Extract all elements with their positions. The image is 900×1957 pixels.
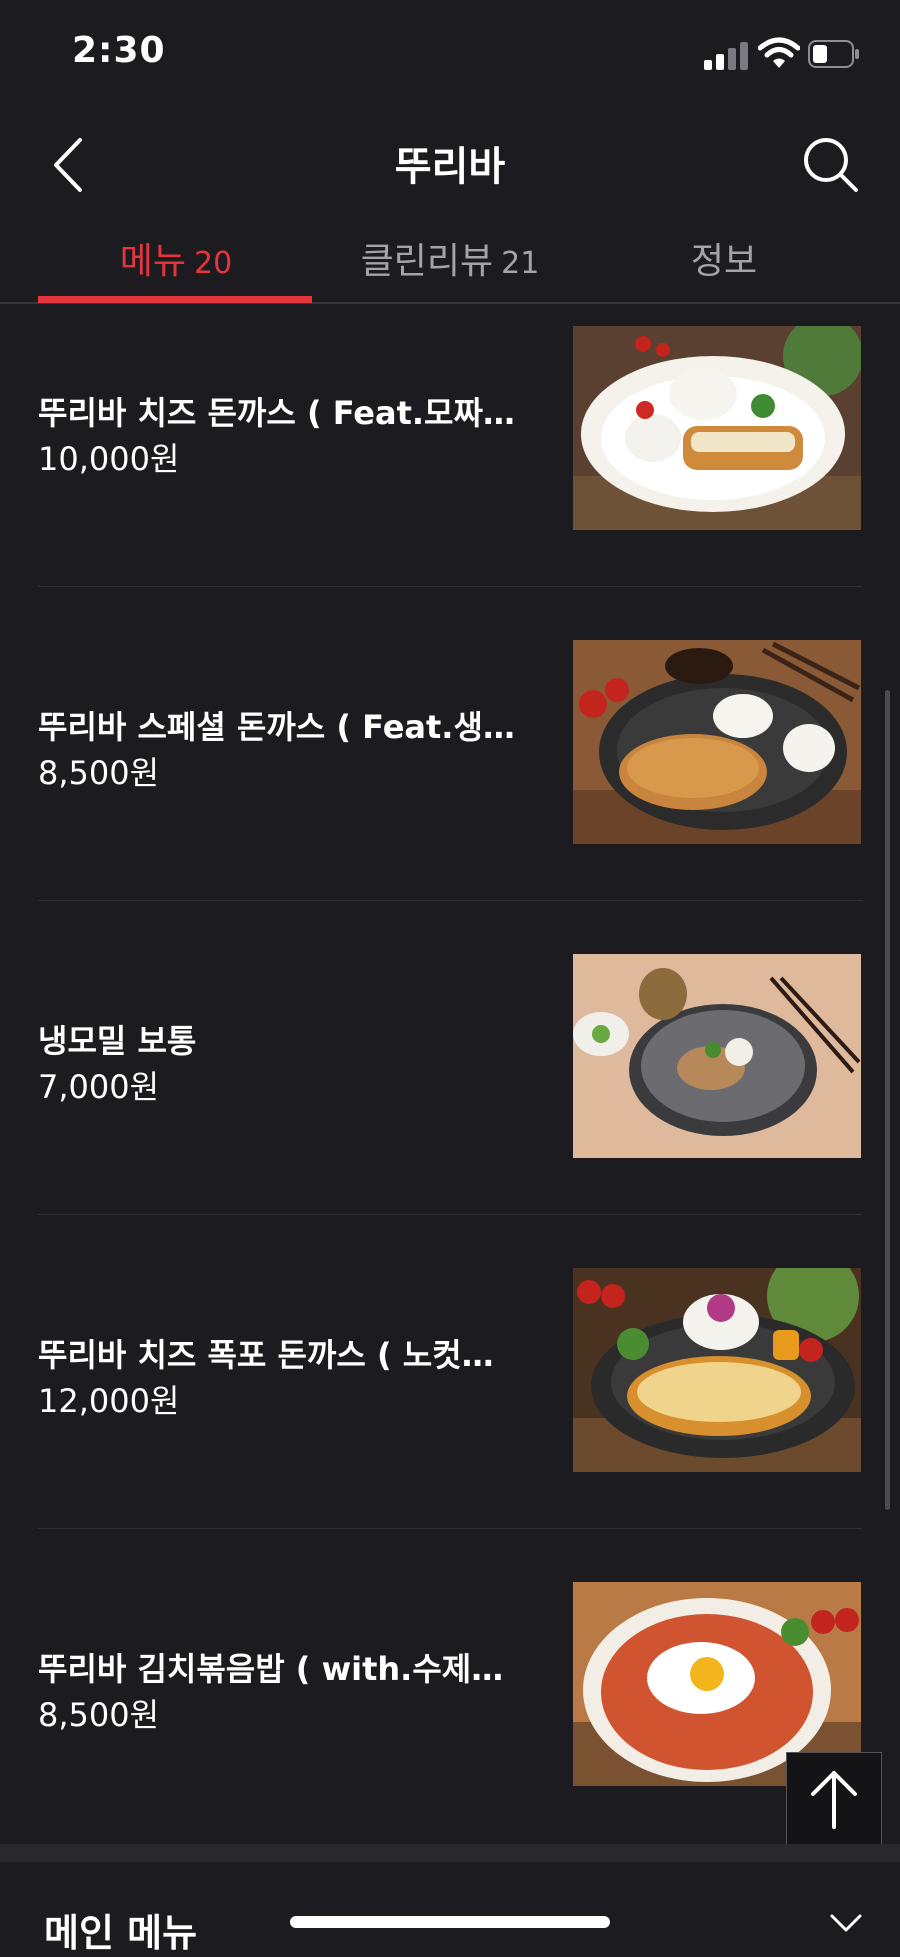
menu-item[interactable]: 뚜리바 김치볶음밥 ( with.수제… 8,500원 [38,1560,862,1844]
tab-reviews[interactable]: 클린리뷰 21 [312,232,588,302]
divider [38,1528,862,1529]
menu-item-name: 뚜리바 치즈 돈까스 ( Feat.모짜… [38,394,515,432]
navigation-header: 뚜리바 [0,110,900,220]
menu-item-price: 10,000원 [38,440,180,478]
menu-item[interactable]: 뚜리바 치즈 돈까스 ( Feat.모짜… 10,000원 [38,304,862,618]
menu-item[interactable]: 뚜리바 스페셜 돈까스 ( Feat.생… 8,500원 [38,618,862,932]
menu-item-image [573,1268,861,1472]
menu-item[interactable]: 냉모밀 보통 7,000원 [38,932,862,1246]
menu-item-price: 8,500원 [38,1696,160,1734]
menu-item-name: 냉모밀 보통 [38,1022,197,1060]
category-bar[interactable]: 메인 메뉴 [0,1844,900,1955]
menu-item-price: 8,500원 [38,754,160,792]
menu-item-image [573,326,861,530]
chevron-down-icon[interactable] [826,1908,866,1938]
scroll-to-top-button[interactable] [786,1752,882,1848]
menu-item-image [573,954,861,1158]
status-time: 2:30 [72,30,166,71]
divider [38,586,862,587]
menu-item[interactable]: 뚜리바 치즈 폭포 돈까스 ( 노컷… 12,000원 [38,1246,862,1560]
tab-bar: 메뉴 20 클린리뷰 21 정보 [0,220,900,304]
menu-item-name: 뚜리바 스페셜 돈까스 ( Feat.생… [38,708,515,746]
battery-icon [808,40,859,68]
menu-list[interactable]: 뚜리바 치즈 돈까스 ( Feat.모짜… 10,000원 뚜리바 스페셜 돈까… [0,304,900,1844]
tab-menu-count: 20 [194,246,233,281]
divider [38,900,862,901]
scrollbar[interactable] [885,690,890,1510]
cellular-signal-icon [704,38,748,70]
menu-item-name: 뚜리바 김치볶음밥 ( with.수제… [38,1650,504,1688]
tab-menu-label: 메뉴 [119,241,187,282]
tab-reviews-label: 클린리뷰 [360,241,494,282]
arrow-up-icon [811,1771,857,1829]
home-indicator [290,1916,610,1928]
wifi-icon [758,37,800,68]
search-icon [804,138,858,192]
tab-menu[interactable]: 메뉴 20 [38,232,314,302]
menu-item-image [573,640,861,844]
active-tab-indicator [38,296,312,303]
tab-info[interactable]: 정보 [586,232,862,302]
tab-info-label: 정보 [690,241,758,282]
page-title: 뚜리바 [394,144,506,190]
tab-reviews-count: 21 [501,246,540,281]
divider [38,1214,862,1215]
search-button[interactable] [796,130,866,200]
menu-item-name: 뚜리바 치즈 폭포 돈까스 ( 노컷… [38,1336,494,1374]
menu-item-price: 7,000원 [38,1068,160,1106]
status-bar: 2:30 [0,0,900,110]
menu-item-price: 12,000원 [38,1382,180,1420]
